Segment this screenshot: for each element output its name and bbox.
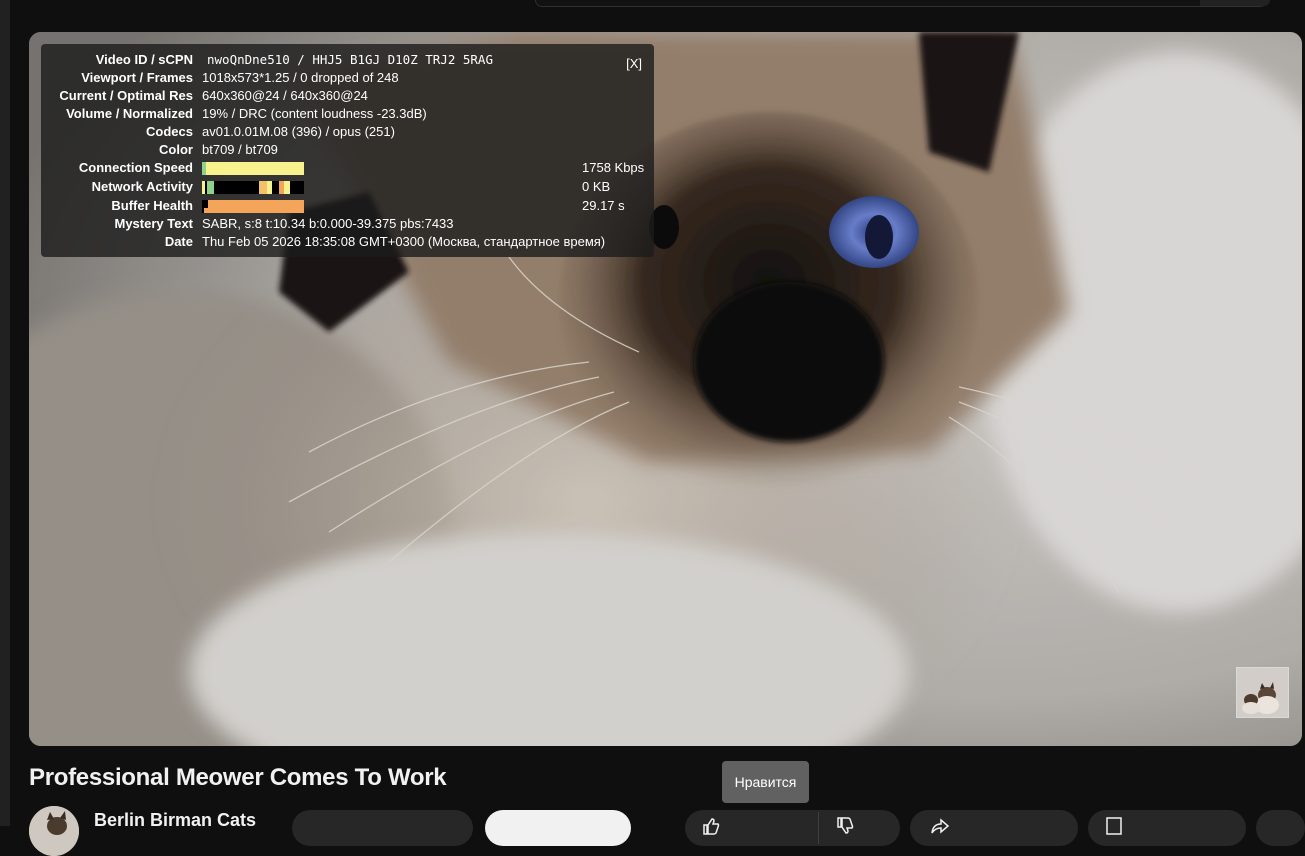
stats-row-color: Color bt709 / bt709 (41, 141, 654, 159)
stats-label: Connection Speed (78, 160, 193, 175)
stats-row-connection-speed: Connection Speed 1758 Kbps (41, 159, 654, 177)
like-divider (818, 812, 819, 844)
video-player[interactable]: [X] Video ID / sCPN nwoQnDne510 / HHJ5 B… (29, 32, 1302, 746)
search-bar[interactable] (535, 0, 1267, 7)
stats-label: Buffer Health (111, 198, 193, 213)
stats-row-viewport: Viewport / Frames 1018x573*1.25 / 0 drop… (41, 69, 654, 87)
stats-value: av01.0.01M.08 (396) / opus (251) (202, 124, 395, 139)
stats-value: SABR, s:8 t:10.34 b:0.000-39.375 pbs:743… (202, 216, 454, 231)
stats-row-volume: Volume / Normalized 19% / DRC (content l… (41, 105, 654, 123)
stats-label: Mystery Text (114, 216, 193, 231)
like-tooltip: Нравится (722, 761, 809, 803)
stats-value: 19% / DRC (content loudness -23.3dB) (202, 106, 427, 121)
stats-label: Date (164, 234, 193, 249)
stats-side-value: 0 KB (582, 179, 611, 194)
stats-row-codecs: Codecs av01.0.01M.08 (396) / opus (251) (41, 123, 654, 141)
avatar-image (29, 806, 79, 856)
save-button[interactable] (1088, 810, 1246, 846)
stats-row-network-activity: Network Activity 0 KB (41, 178, 654, 196)
save-icon (1104, 816, 1124, 836)
stats-value: nwoQnDne510 / HHJ5 B1GJ D10Z TRJ2 5RAG (207, 52, 493, 67)
stats-for-nerds-panel: [X] Video ID / sCPN nwoQnDne510 / HHJ5 B… (41, 44, 654, 257)
stats-row-video-id: Video ID / sCPN nwoQnDne510 / HHJ5 B1GJ … (41, 51, 654, 69)
dislike-button[interactable] (835, 816, 855, 836)
stats-row-date: Date Thu Feb 05 2026 18:35:08 GMT+0300 (… (41, 233, 654, 251)
left-sidebar-rail (0, 0, 10, 826)
channel-avatar[interactable] (29, 806, 79, 856)
stats-label: Codecs (146, 124, 193, 139)
thumbs-down-icon (837, 817, 854, 834)
stats-label: Network Activity (91, 179, 193, 194)
stats-row-resolution: Current / Optimal Res 640x360@24 / 640x3… (41, 87, 654, 105)
cats-thumbnail-image (1237, 668, 1288, 717)
channel-watermark-thumbnail[interactable] (1236, 667, 1289, 718)
stats-label: Video ID / sCPN (95, 52, 193, 67)
stats-value: 1018x573*1.25 / 0 dropped of 248 (202, 70, 399, 85)
stats-label: Color (159, 142, 193, 157)
stats-label: Current / Optimal Res (59, 88, 193, 103)
connection-speed-graph (202, 162, 304, 175)
channel-name[interactable]: Berlin Birman Cats (94, 810, 256, 831)
more-actions-button[interactable] (1256, 810, 1305, 846)
stats-row-mystery-text: Mystery Text SABR, s:8 t:10.34 b:0.000-3… (41, 215, 654, 233)
stats-value: 640x360@24 / 640x360@24 (202, 88, 368, 103)
thumbs-up-icon (703, 818, 720, 835)
buffer-health-graph (202, 200, 304, 213)
video-title: Professional Meower Comes To Work (29, 764, 447, 791)
stats-value: bt709 / bt709 (202, 142, 278, 157)
stats-label: Volume / Normalized (66, 106, 193, 121)
network-activity-graph (202, 181, 304, 194)
like-button[interactable] (701, 816, 721, 836)
join-button[interactable] (292, 810, 473, 846)
subscribe-button[interactable] (485, 810, 631, 846)
like-dislike-group (685, 810, 900, 846)
share-icon (930, 816, 950, 836)
stats-side-value: 1758 Kbps (582, 160, 645, 175)
stats-value: Thu Feb 05 2026 18:35:08 GMT+0300 (Москв… (202, 234, 606, 249)
stats-label: Viewport / Frames (81, 70, 193, 85)
stats-row-buffer-health: Buffer Health 29.17 s (41, 197, 654, 215)
search-button[interactable] (1200, 0, 1270, 6)
share-button[interactable] (910, 810, 1078, 846)
stats-side-value: 29.17 s (582, 198, 625, 213)
